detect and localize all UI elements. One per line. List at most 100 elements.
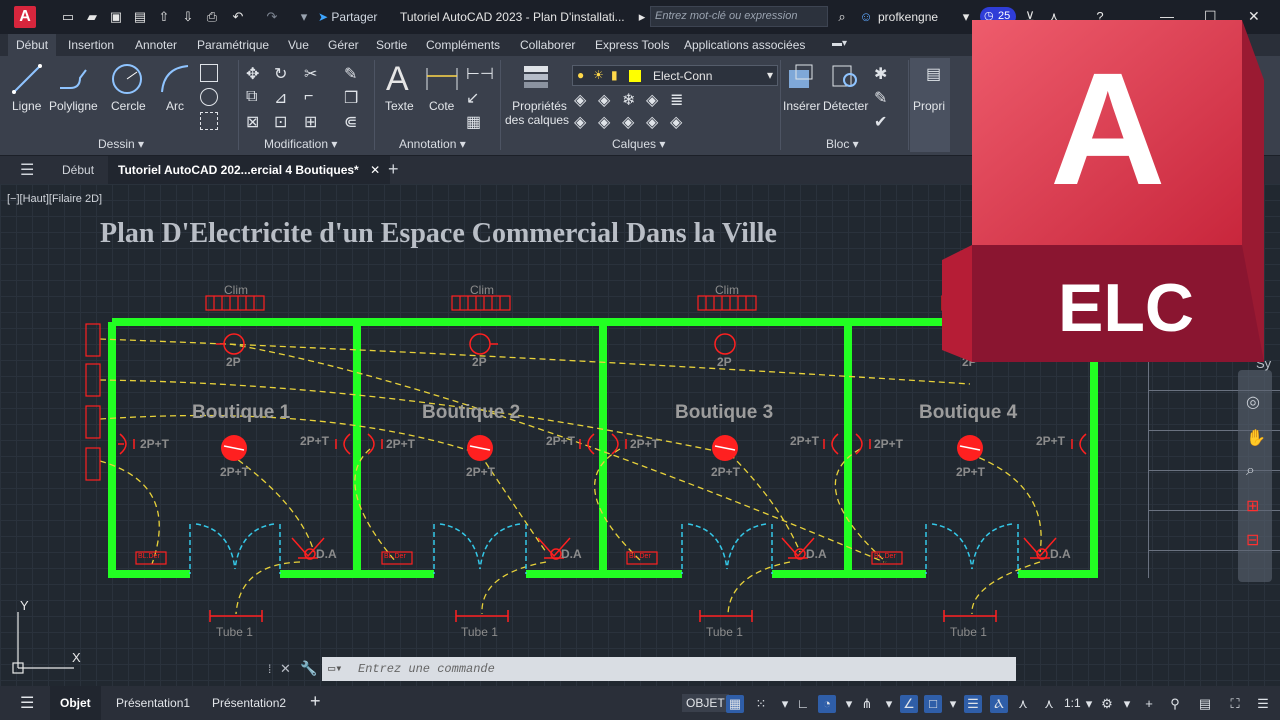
print-icon[interactable]: ⎙	[204, 9, 220, 25]
annotation-scale-icon[interactable]: ⋏	[1040, 695, 1058, 713]
layer-tool-icon[interactable]: ◈	[598, 112, 616, 131]
mirror-icon[interactable]: ⊿	[274, 88, 292, 107]
cmd-settings-icon[interactable]: 🔧	[300, 660, 317, 677]
line-tool-icon[interactable]	[10, 62, 44, 96]
insert-tool-label[interactable]: Insérer	[783, 99, 820, 113]
detect-tool-label[interactable]: Détecter	[823, 99, 868, 113]
new-file-icon[interactable]: ▭	[60, 9, 76, 25]
snap-icon[interactable]: ⁙	[752, 695, 770, 713]
user-icon[interactable]: ☺	[858, 9, 874, 25]
zoom-icon[interactable]: ⌕	[1246, 462, 1255, 480]
object-snap-tracking-icon[interactable]: ∠	[900, 695, 918, 713]
steering-wheel-icon[interactable]: ◎	[1246, 392, 1260, 412]
menu-icon[interactable]: ☰	[20, 160, 34, 180]
layer-tool-icon[interactable]: ◈	[646, 90, 664, 109]
username[interactable]: profkengne	[878, 10, 938, 24]
arc-tool-icon[interactable]	[158, 62, 192, 96]
new-tab-icon[interactable]: +	[388, 159, 399, 180]
detect-icon[interactable]	[830, 62, 860, 92]
layer-tool-icon[interactable]: ◈	[646, 112, 664, 131]
tab-gerer[interactable]: Gérer	[328, 38, 359, 52]
offset-icon[interactable]: ⋐	[344, 112, 362, 131]
tab-layout2[interactable]: Présentation2	[212, 696, 286, 710]
edit-block-icon[interactable]: ✎	[874, 88, 892, 107]
showmotion-icon[interactable]: ⊟	[1246, 530, 1259, 550]
layers-panel-label[interactable]: Calques ▾	[612, 137, 665, 151]
tab-collaborer[interactable]: Collaborer	[520, 38, 575, 52]
scale-dropdown-icon[interactable]: ▾	[1080, 695, 1098, 713]
copy-icon[interactable]: ⧉	[246, 88, 264, 106]
navigation-bar[interactable]: Sy ◎ ✋ ⌕ ⊞ ⊟	[1238, 356, 1272, 582]
layer-dropdown[interactable]: ● ☀ ▮ Elect-Conn ▾	[572, 65, 778, 86]
web-download-icon[interactable]: ⇩	[180, 9, 196, 25]
layer-properties-button[interactable]: Propriétés des calques	[505, 99, 569, 127]
undo-icon[interactable]: ↶	[230, 9, 246, 25]
linear-dim-icon[interactable]: ⊢⊣	[466, 64, 494, 83]
orbit-icon[interactable]: ⊞	[1246, 496, 1259, 516]
layer-tool-icon[interactable]: ◈	[598, 90, 616, 109]
insert-block-icon[interactable]	[786, 62, 816, 92]
cmd-grip-icon[interactable]: ⁞	[268, 662, 271, 676]
fillet-icon[interactable]: ⌐	[304, 88, 322, 106]
save-icon[interactable]: ▣	[108, 9, 124, 25]
dimension-tool-icon[interactable]	[424, 64, 460, 94]
save-as-icon[interactable]: ▤	[132, 9, 148, 25]
arc-tool-label[interactable]: Arc	[166, 99, 184, 113]
line-tool-label[interactable]: Ligne	[12, 99, 41, 113]
polyline-tool-label[interactable]: Polyligne	[49, 99, 98, 113]
erase-icon[interactable]: ✎	[344, 64, 362, 83]
tab-complements[interactable]: Compléments	[426, 38, 500, 52]
stretch-icon[interactable]: ⊠	[246, 112, 264, 131]
layer-tool-icon[interactable]: ❄	[622, 90, 640, 109]
layer-tool-icon[interactable]: ◈	[670, 112, 688, 131]
redo-icon[interactable]: ↷	[264, 9, 280, 25]
iso-dropdown-icon[interactable]: ▾	[880, 695, 898, 713]
scale-icon[interactable]: ⊡	[274, 112, 292, 131]
tab-debut[interactable]: Début	[8, 34, 57, 58]
polyline-tool-icon[interactable]	[56, 62, 90, 96]
isodraft-icon[interactable]: ⋔	[858, 695, 876, 713]
text-tool-label[interactable]: Texte	[385, 99, 414, 113]
ellipse-icon[interactable]	[200, 88, 218, 106]
dimension-tool-label[interactable]: Cote	[429, 99, 454, 113]
workspace-dropdown-icon[interactable]: ▾	[1118, 695, 1136, 713]
model-space-button[interactable]: OBJET	[682, 694, 729, 712]
layer-tool-icon[interactable]: ≣	[670, 90, 688, 109]
layer-properties-icon[interactable]	[518, 62, 554, 92]
tab-parametrique[interactable]: Paramétrique	[197, 38, 269, 52]
move-icon[interactable]: ✥	[246, 64, 264, 83]
trim-icon[interactable]: ✂	[304, 64, 322, 83]
array-icon[interactable]: ⊞	[304, 112, 322, 131]
search-icon[interactable]: ⌕	[834, 9, 850, 25]
quick-properties-icon[interactable]: ▤	[1196, 695, 1214, 713]
table-icon[interactable]: ▦	[466, 112, 484, 131]
explode-icon[interactable]: ❒	[344, 88, 362, 107]
block-attr-icon[interactable]: ✔	[874, 112, 892, 131]
grid-icon[interactable]: ▦	[726, 695, 744, 713]
polar-dropdown-icon[interactable]: ▾	[840, 695, 858, 713]
snap-dropdown-icon[interactable]: ▾	[776, 695, 794, 713]
layer-tool-icon[interactable]: ◈	[574, 90, 592, 109]
ortho-icon[interactable]: ∟	[794, 695, 812, 713]
chevron-right-icon[interactable]: ▸	[634, 9, 650, 25]
text-tool-icon[interactable]: A	[386, 60, 409, 99]
qa-customize-icon[interactable]: ▾	[296, 9, 312, 25]
osnap-dropdown-icon[interactable]: ▾	[944, 695, 962, 713]
circle-tool-label[interactable]: Cercle	[111, 99, 146, 113]
ribbon-options-icon[interactable]: ▬▾	[832, 38, 847, 49]
block-panel-label[interactable]: Bloc ▾	[826, 137, 859, 151]
search-input[interactable]: Entrez mot-clé ou expression	[650, 6, 828, 27]
tab-express-tools[interactable]: Express Tools	[595, 38, 669, 52]
units-icon[interactable]: ⚲	[1166, 695, 1184, 713]
share-button[interactable]: ➤ Partager	[318, 10, 377, 24]
app-logo[interactable]: A	[14, 6, 36, 28]
customize-status-icon[interactable]: ☰	[1254, 695, 1272, 713]
layer-tool-icon[interactable]: ◈	[622, 112, 640, 131]
tab-insertion[interactable]: Insertion	[68, 38, 114, 52]
tab-sortie[interactable]: Sortie	[376, 38, 407, 52]
cmd-close-icon[interactable]: ✕	[280, 661, 291, 677]
create-block-icon[interactable]: ✱	[874, 64, 892, 83]
command-line[interactable]: ▭▾ Entrez une commande	[322, 657, 1016, 681]
object-snap-icon[interactable]: □	[924, 695, 942, 713]
polar-tracking-icon[interactable]: ◔	[818, 695, 836, 713]
